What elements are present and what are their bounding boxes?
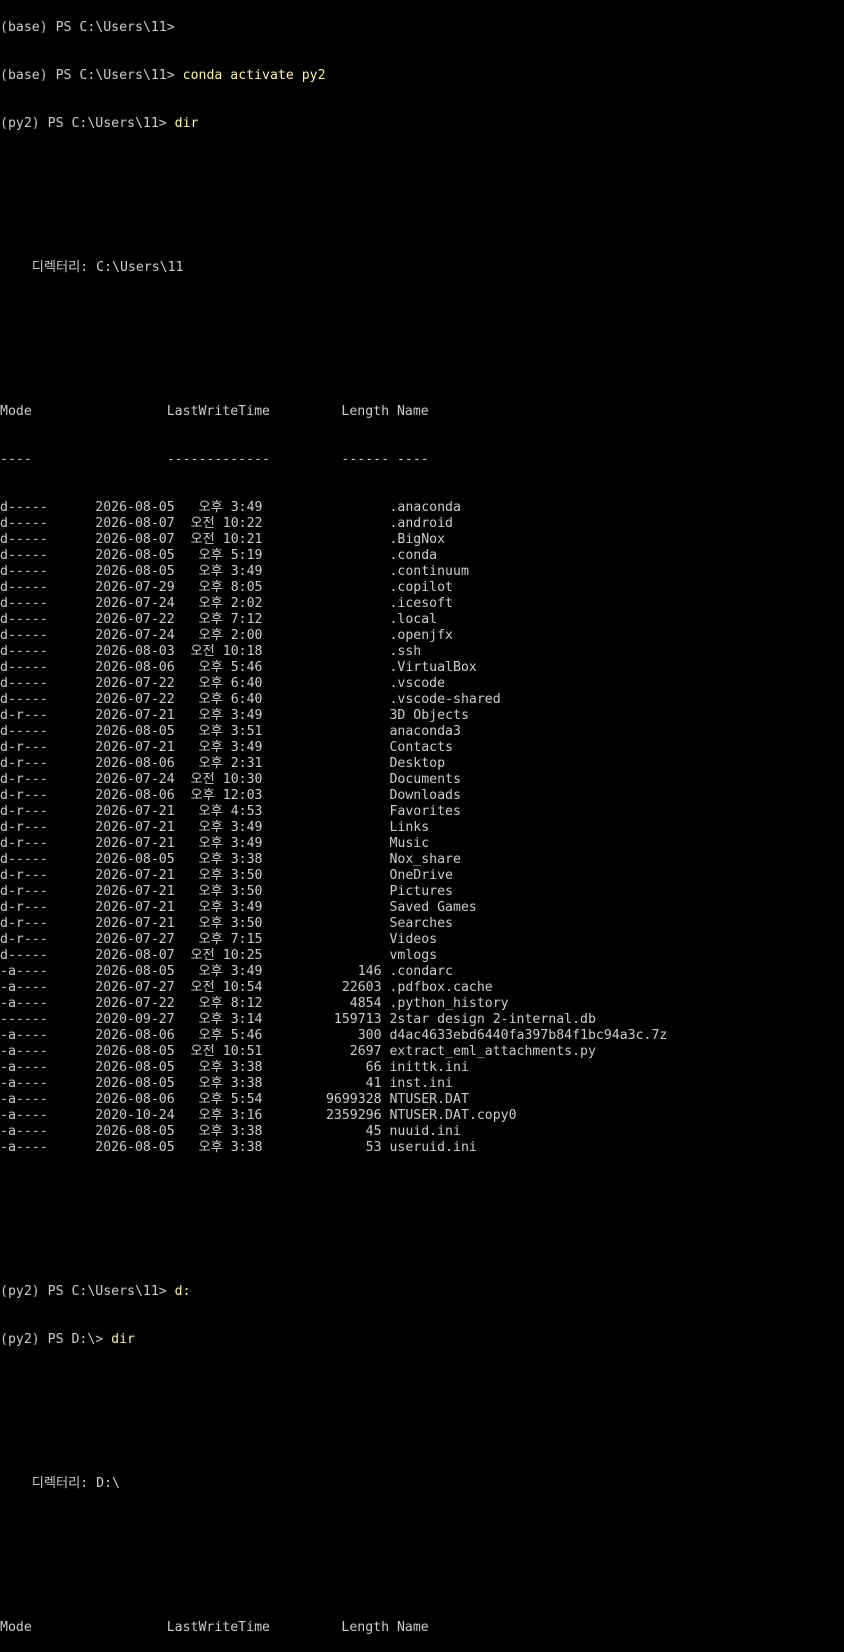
listing-row: -a---- 2026-07-22 오후 8:12 4854 .python_h… (0, 996, 509, 1011)
prompt-line: (base) PS C:\Users\11> conda activate py… (0, 68, 844, 84)
listing-row: -a---- 2026-08-05 오후 3:38 66 inittk.ini (0, 1060, 469, 1075)
listing-row: d----- 2026-08-07 오전 10:22 .android (0, 516, 454, 531)
command-text: conda activate py2 (182, 68, 326, 83)
listing-row: d----- 2026-07-29 오후 8:05 .copilot (0, 580, 454, 595)
listing-header-underline: ---- ------------- ------ ---- (0, 452, 429, 467)
listing-row: d----- 2026-07-24 오후 2:00 .openjfx (0, 628, 454, 643)
listing-row: d-r--- 2026-08-06 오후 12:03 Downloads (0, 788, 461, 803)
listing-row: d-r--- 2026-07-21 오후 3:50 OneDrive (0, 868, 454, 883)
listing-row: d----- 2026-07-22 오후 6:40 .vscode-shared (0, 692, 501, 707)
listing-row: d----- 2026-07-22 오후 7:12 .local (0, 612, 438, 627)
listing-header: Mode LastWriteTime Length Name (0, 1620, 429, 1635)
listing-header: Mode LastWriteTime Length Name (0, 404, 429, 419)
listing-row: d----- 2026-08-03 오전 10:18 .ssh (0, 644, 422, 659)
terminal-output[interactable]: (base) PS C:\Users\11> (base) PS C:\User… (0, 0, 844, 1652)
command-text: dir (174, 116, 199, 131)
listing-row: -a---- 2026-08-05 오후 3:38 41 inst.ini (0, 1076, 454, 1091)
listing-row: d----- 2026-08-05 오후 3:38 Nox_share (0, 852, 461, 867)
listing-row: d-r--- 2026-07-24 오전 10:30 Documents (0, 772, 461, 787)
listing-row: d----- 2026-08-05 오후 3:49 .continuum (0, 564, 469, 579)
listing-row: d-r--- 2026-07-27 오후 7:15 Videos (0, 932, 438, 947)
listing-row: ------ 2020-09-27 오후 3:14 159713 2star d… (0, 1012, 596, 1027)
listing-row: d-r--- 2026-08-06 오후 2:31 Desktop (0, 756, 446, 771)
listing-row: d-r--- 2026-07-21 오후 3:49 3D Objects (0, 708, 469, 723)
listing-row: d-r--- 2026-07-21 오후 3:49 Music (0, 836, 430, 851)
prompt-text: (py2) PS C:\Users\11> (0, 1284, 175, 1299)
listing-row: d----- 2026-08-07 오전 10:25 vmlogs (0, 948, 438, 963)
previous-prompt-line: (base) PS C:\Users\11> (0, 20, 844, 36)
listing-row: d----- 2026-08-07 오전 10:21 .BigNox (0, 532, 446, 547)
listing-row: d----- 2026-07-24 오후 2:02 .icesoft (0, 596, 454, 611)
prompt-text: (py2) PS C:\Users\11> (0, 116, 175, 131)
listing-row: d----- 2026-07-22 오후 6:40 .vscode (0, 676, 446, 691)
command-text: dir (111, 1332, 135, 1347)
listing-row: d----- 2026-08-05 오후 3:51 anaconda3 (0, 724, 461, 739)
prompt-text: (base) PS C:\Users\11> (0, 20, 183, 35)
listing-row: -a---- 2026-08-05 오후 3:38 45 nuuid.ini (0, 1124, 461, 1139)
listing-row: d-r--- 2026-07-21 오후 3:49 Links (0, 820, 430, 835)
listing-row: d-r--- 2026-07-21 오후 3:50 Searches (0, 916, 454, 931)
listing-row: d-r--- 2026-07-21 오후 3:49 Saved Games (0, 900, 477, 915)
listing-row: -a---- 2026-08-05 오전 10:51 2697 extract_… (0, 1044, 596, 1059)
listing-row: -a---- 2026-08-06 오후 5:54 9699328 NTUSER… (0, 1092, 469, 1107)
command-text: d: (174, 1284, 191, 1299)
directory-label: 디렉터리: C:\Users\11 (0, 260, 184, 275)
prompt-text: (py2) PS D:\> (0, 1332, 112, 1347)
listing-row: d----- 2026-08-05 오후 3:49 .anaconda (0, 500, 461, 515)
directory-label: 디렉터리: D:\ (0, 1476, 120, 1491)
listing-row: -a---- 2026-08-05 오후 3:38 53 useruid.ini (0, 1140, 477, 1155)
listing-row: d-r--- 2026-07-21 오후 3:50 Pictures (0, 884, 454, 899)
listing-row: -a---- 2026-07-27 오전 10:54 22603 .pdfbox… (0, 980, 493, 995)
listing-row: -a---- 2026-08-05 오후 3:49 146 .condarc (0, 964, 454, 979)
listing-row: d----- 2026-08-06 오후 5:46 .VirtualBox (0, 660, 477, 675)
directory-listing: d----- 2026-08-05 오후 3:49 .anaconda d----… (0, 500, 844, 1156)
prompt-line: (py2) PS C:\Users\11> dir (0, 116, 844, 132)
listing-row: d-r--- 2026-07-21 오후 4:53 Favorites (0, 804, 461, 819)
prompt-text: (base) PS C:\Users\11> (0, 68, 183, 83)
prompt-line: (py2) PS D:\> dir (0, 1332, 844, 1348)
listing-row: -a---- 2026-08-06 오후 5:46 300 d4ac4633eb… (0, 1028, 668, 1043)
prompt-line: (py2) PS C:\Users\11> d: (0, 1284, 844, 1300)
listing-row: -a---- 2020-10-24 오후 3:16 2359296 NTUSER… (0, 1108, 517, 1123)
listing-row: d-r--- 2026-07-21 오후 3:49 Contacts (0, 740, 454, 755)
listing-row: d----- 2026-08-05 오후 5:19 .conda (0, 548, 438, 563)
